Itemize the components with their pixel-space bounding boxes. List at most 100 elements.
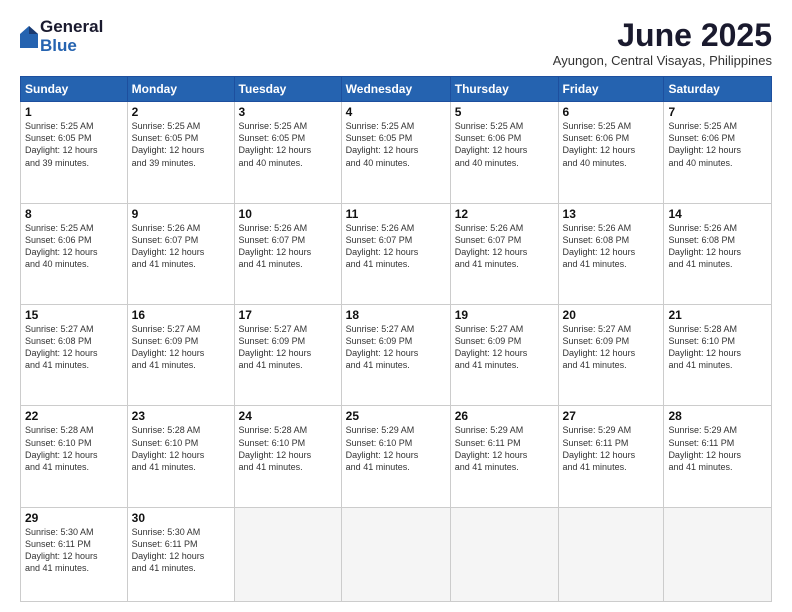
day-number: 24 (239, 409, 337, 423)
table-row (558, 507, 664, 601)
day-info: Sunrise: 5:27 AM Sunset: 6:09 PM Dayligh… (239, 323, 337, 372)
day-info: Sunrise: 5:27 AM Sunset: 6:08 PM Dayligh… (25, 323, 123, 372)
day-info: Sunrise: 5:25 AM Sunset: 6:05 PM Dayligh… (239, 120, 337, 169)
day-info: Sunrise: 5:28 AM Sunset: 6:10 PM Dayligh… (668, 323, 767, 372)
day-number: 19 (455, 308, 554, 322)
day-info: Sunrise: 5:27 AM Sunset: 6:09 PM Dayligh… (346, 323, 446, 372)
calendar-week-3: 15Sunrise: 5:27 AM Sunset: 6:08 PM Dayli… (21, 305, 772, 406)
table-row: 23Sunrise: 5:28 AM Sunset: 6:10 PM Dayli… (127, 406, 234, 507)
day-info: Sunrise: 5:29 AM Sunset: 6:11 PM Dayligh… (455, 424, 554, 473)
day-number: 13 (563, 207, 660, 221)
day-info: Sunrise: 5:28 AM Sunset: 6:10 PM Dayligh… (132, 424, 230, 473)
day-number: 1 (25, 105, 123, 119)
day-info: Sunrise: 5:28 AM Sunset: 6:10 PM Dayligh… (25, 424, 123, 473)
table-row: 1Sunrise: 5:25 AM Sunset: 6:05 PM Daylig… (21, 102, 128, 203)
day-info: Sunrise: 5:27 AM Sunset: 6:09 PM Dayligh… (563, 323, 660, 372)
table-row: 20Sunrise: 5:27 AM Sunset: 6:09 PM Dayli… (558, 305, 664, 406)
header-row: Sunday Monday Tuesday Wednesday Thursday… (21, 77, 772, 102)
day-number: 14 (668, 207, 767, 221)
col-wednesday: Wednesday (341, 77, 450, 102)
table-row: 6Sunrise: 5:25 AM Sunset: 6:06 PM Daylig… (558, 102, 664, 203)
day-number: 25 (346, 409, 446, 423)
day-info: Sunrise: 5:26 AM Sunset: 6:07 PM Dayligh… (239, 222, 337, 271)
calendar-week-2: 8Sunrise: 5:25 AM Sunset: 6:06 PM Daylig… (21, 203, 772, 304)
table-row: 17Sunrise: 5:27 AM Sunset: 6:09 PM Dayli… (234, 305, 341, 406)
col-thursday: Thursday (450, 77, 558, 102)
table-row: 28Sunrise: 5:29 AM Sunset: 6:11 PM Dayli… (664, 406, 772, 507)
day-number: 29 (25, 511, 123, 525)
logo: General Blue (20, 18, 103, 55)
day-info: Sunrise: 5:25 AM Sunset: 6:05 PM Dayligh… (25, 120, 123, 169)
table-row: 11Sunrise: 5:26 AM Sunset: 6:07 PM Dayli… (341, 203, 450, 304)
day-info: Sunrise: 5:27 AM Sunset: 6:09 PM Dayligh… (455, 323, 554, 372)
table-row: 9Sunrise: 5:26 AM Sunset: 6:07 PM Daylig… (127, 203, 234, 304)
day-info: Sunrise: 5:25 AM Sunset: 6:06 PM Dayligh… (455, 120, 554, 169)
col-monday: Monday (127, 77, 234, 102)
calendar-table: Sunday Monday Tuesday Wednesday Thursday… (20, 76, 772, 602)
table-row: 5Sunrise: 5:25 AM Sunset: 6:06 PM Daylig… (450, 102, 558, 203)
table-row: 15Sunrise: 5:27 AM Sunset: 6:08 PM Dayli… (21, 305, 128, 406)
day-info: Sunrise: 5:25 AM Sunset: 6:05 PM Dayligh… (346, 120, 446, 169)
title-block: June 2025 Ayungon, Central Visayas, Phil… (553, 18, 772, 68)
table-row: 30Sunrise: 5:30 AM Sunset: 6:11 PM Dayli… (127, 507, 234, 601)
day-number: 6 (563, 105, 660, 119)
header: General Blue June 2025 Ayungon, Central … (20, 18, 772, 68)
table-row: 12Sunrise: 5:26 AM Sunset: 6:07 PM Dayli… (450, 203, 558, 304)
calendar-week-1: 1Sunrise: 5:25 AM Sunset: 6:05 PM Daylig… (21, 102, 772, 203)
day-number: 26 (455, 409, 554, 423)
day-number: 28 (668, 409, 767, 423)
logo-text: General Blue (40, 18, 103, 55)
day-number: 20 (563, 308, 660, 322)
table-row: 24Sunrise: 5:28 AM Sunset: 6:10 PM Dayli… (234, 406, 341, 507)
col-sunday: Sunday (21, 77, 128, 102)
table-row (341, 507, 450, 601)
day-info: Sunrise: 5:30 AM Sunset: 6:11 PM Dayligh… (132, 526, 230, 575)
day-info: Sunrise: 5:25 AM Sunset: 6:06 PM Dayligh… (563, 120, 660, 169)
day-info: Sunrise: 5:26 AM Sunset: 6:08 PM Dayligh… (668, 222, 767, 271)
day-info: Sunrise: 5:25 AM Sunset: 6:06 PM Dayligh… (25, 222, 123, 271)
day-number: 8 (25, 207, 123, 221)
table-row: 2Sunrise: 5:25 AM Sunset: 6:05 PM Daylig… (127, 102, 234, 203)
day-info: Sunrise: 5:30 AM Sunset: 6:11 PM Dayligh… (25, 526, 123, 575)
day-number: 2 (132, 105, 230, 119)
table-row: 7Sunrise: 5:25 AM Sunset: 6:06 PM Daylig… (664, 102, 772, 203)
table-row: 10Sunrise: 5:26 AM Sunset: 6:07 PM Dayli… (234, 203, 341, 304)
day-info: Sunrise: 5:29 AM Sunset: 6:11 PM Dayligh… (668, 424, 767, 473)
logo-icon (20, 26, 38, 48)
table-row (234, 507, 341, 601)
day-number: 18 (346, 308, 446, 322)
day-info: Sunrise: 5:25 AM Sunset: 6:05 PM Dayligh… (132, 120, 230, 169)
table-row: 18Sunrise: 5:27 AM Sunset: 6:09 PM Dayli… (341, 305, 450, 406)
day-number: 11 (346, 207, 446, 221)
day-number: 22 (25, 409, 123, 423)
day-number: 21 (668, 308, 767, 322)
day-number: 17 (239, 308, 337, 322)
day-info: Sunrise: 5:25 AM Sunset: 6:06 PM Dayligh… (668, 120, 767, 169)
table-row: 25Sunrise: 5:29 AM Sunset: 6:10 PM Dayli… (341, 406, 450, 507)
table-row: 21Sunrise: 5:28 AM Sunset: 6:10 PM Dayli… (664, 305, 772, 406)
day-info: Sunrise: 5:29 AM Sunset: 6:10 PM Dayligh… (346, 424, 446, 473)
table-row: 22Sunrise: 5:28 AM Sunset: 6:10 PM Dayli… (21, 406, 128, 507)
table-row: 19Sunrise: 5:27 AM Sunset: 6:09 PM Dayli… (450, 305, 558, 406)
day-number: 12 (455, 207, 554, 221)
logo-blue: Blue (40, 37, 103, 56)
day-number: 5 (455, 105, 554, 119)
day-number: 23 (132, 409, 230, 423)
day-info: Sunrise: 5:29 AM Sunset: 6:11 PM Dayligh… (563, 424, 660, 473)
col-saturday: Saturday (664, 77, 772, 102)
subtitle: Ayungon, Central Visayas, Philippines (553, 53, 772, 68)
table-row: 13Sunrise: 5:26 AM Sunset: 6:08 PM Dayli… (558, 203, 664, 304)
month-title: June 2025 (553, 18, 772, 53)
logo-general: General (40, 18, 103, 37)
col-friday: Friday (558, 77, 664, 102)
table-row: 14Sunrise: 5:26 AM Sunset: 6:08 PM Dayli… (664, 203, 772, 304)
table-row: 8Sunrise: 5:25 AM Sunset: 6:06 PM Daylig… (21, 203, 128, 304)
table-row: 16Sunrise: 5:27 AM Sunset: 6:09 PM Dayli… (127, 305, 234, 406)
table-row (450, 507, 558, 601)
calendar-week-4: 22Sunrise: 5:28 AM Sunset: 6:10 PM Dayli… (21, 406, 772, 507)
day-info: Sunrise: 5:26 AM Sunset: 6:07 PM Dayligh… (132, 222, 230, 271)
col-tuesday: Tuesday (234, 77, 341, 102)
table-row: 4Sunrise: 5:25 AM Sunset: 6:05 PM Daylig… (341, 102, 450, 203)
day-info: Sunrise: 5:27 AM Sunset: 6:09 PM Dayligh… (132, 323, 230, 372)
day-number: 4 (346, 105, 446, 119)
